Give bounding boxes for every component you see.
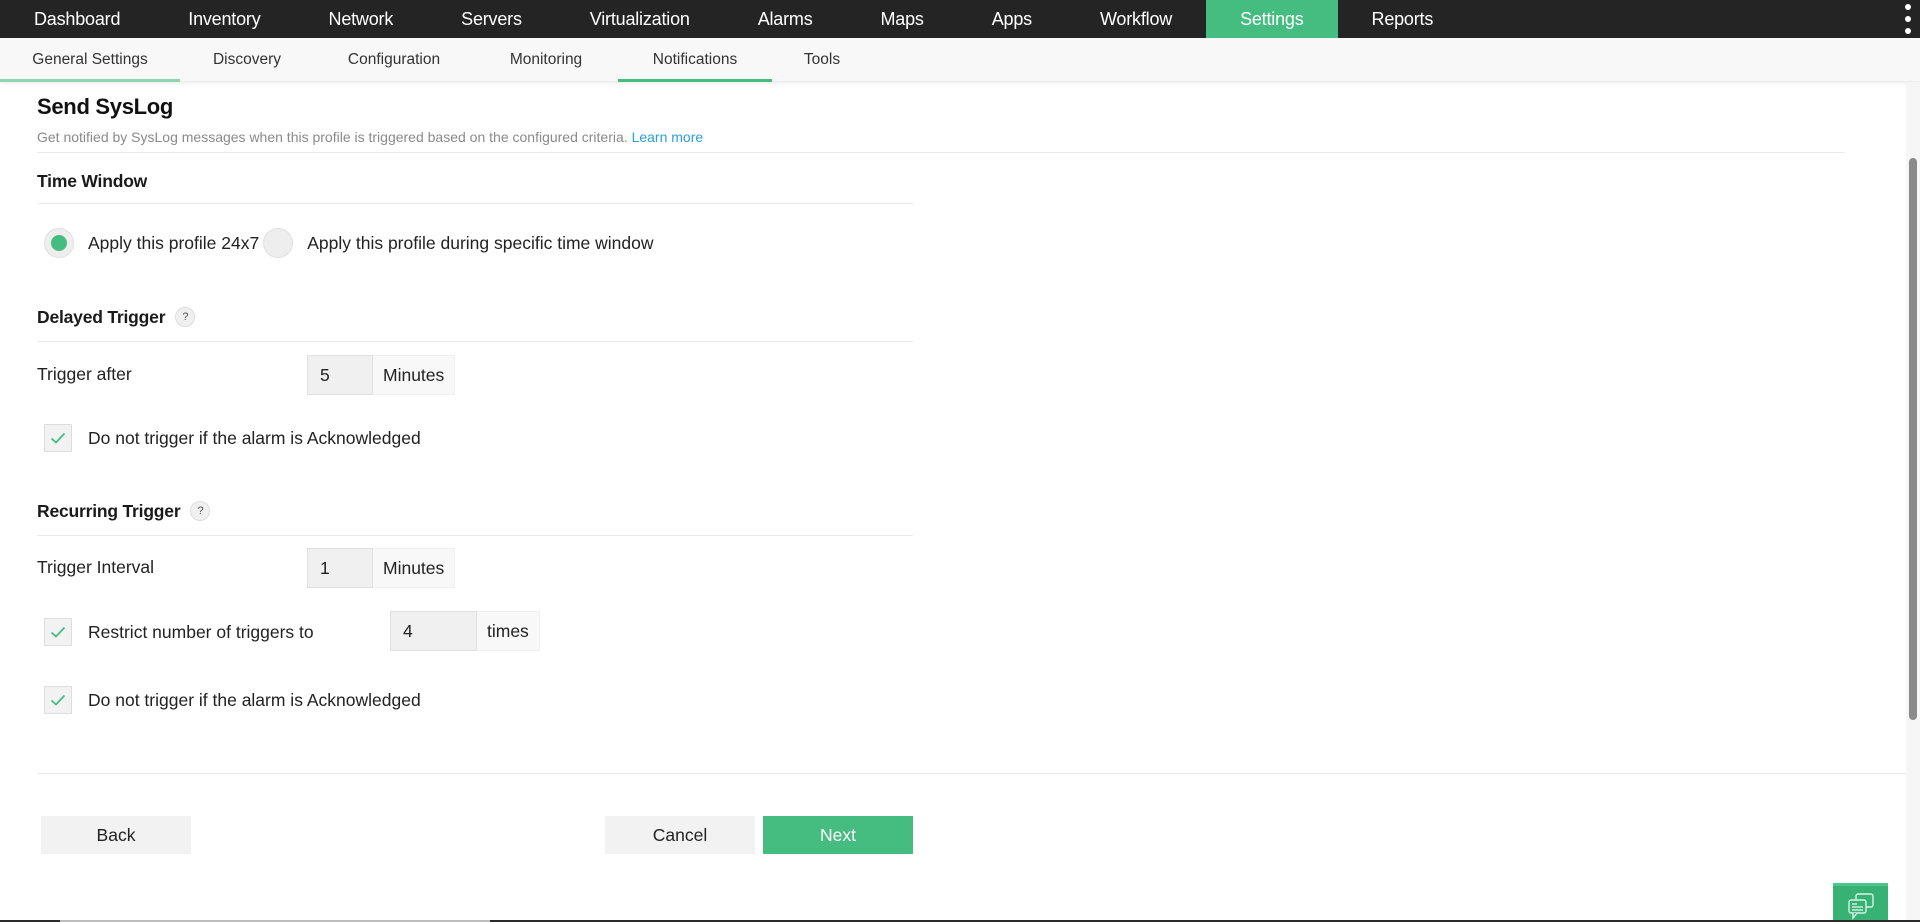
next-button[interactable]: Next [763,816,913,854]
checkmark-icon [50,432,66,444]
delayed-ack-row: Do not trigger if the alarm is Acknowled… [44,424,421,452]
trigger-after-input[interactable]: 5 [307,355,373,395]
trigger-interval-label: Trigger Interval [37,557,155,577]
nav-reports[interactable]: Reports [1338,0,1468,38]
restrict-unit: times [477,611,540,651]
cancel-button[interactable]: Cancel [605,816,755,854]
nav-workflow[interactable]: Workflow [1066,0,1206,38]
section-title-text: Delayed Trigger [37,306,166,327]
recurring-ack-checkbox[interactable] [44,686,72,714]
back-button[interactable]: Back [41,816,191,854]
trigger-interval-input[interactable]: 1 [307,548,373,588]
tab-hover-indicator [0,79,180,82]
tab-label: Monitoring [509,51,583,68]
tab-label: Notifications [652,51,738,68]
tab-label: General Settings [32,51,148,68]
tab-label: Discovery [212,51,282,68]
vertical-scrollbar[interactable] [1906,82,1920,922]
trigger-after-unit: Minutes [373,355,456,395]
checkmark-icon [50,694,66,706]
radio-24x7[interactable] [44,228,74,258]
nav-inventory[interactable]: Inventory [154,0,294,38]
restrict-input[interactable]: 4 [390,611,477,651]
tab-discovery[interactable]: Discovery [180,38,314,82]
tab-general-settings[interactable]: General Settings [0,38,180,82]
learn-more-link[interactable]: Learn more [632,129,704,145]
scrollbar-thumb[interactable] [1909,158,1917,720]
checkmark-icon [50,626,66,638]
chat-icon [1847,893,1874,920]
divider [37,203,913,204]
nav-servers[interactable]: Servers [427,0,556,38]
tab-active-indicator [618,79,772,82]
tab-tools[interactable]: Tools [772,38,872,82]
divider [37,773,1906,774]
page-description: Get notified by SysLog messages when thi… [37,129,703,145]
top-nav: Dashboard Inventory Network Servers Virt… [0,0,1920,38]
divider [37,341,913,342]
tab-configuration[interactable]: Configuration [314,38,474,82]
chat-button[interactable] [1833,883,1888,922]
radio-specific-window[interactable] [263,228,294,258]
nav-maps[interactable]: Maps [847,0,958,38]
recurring-trigger-title: Recurring Trigger ? [37,499,211,523]
radio-specific-window-label[interactable]: Apply this profile during specific time … [307,233,653,254]
nav-settings[interactable]: Settings [1206,0,1338,38]
delayed-ack-checkbox[interactable] [44,424,72,452]
nav-virtualization[interactable]: Virtualization [556,0,724,38]
radio-24x7-label[interactable]: Apply this profile 24x7 [88,233,259,254]
recurring-ack-label[interactable]: Do not trigger if the alarm is Acknowled… [88,690,421,711]
tab-label: Configuration [347,51,441,68]
tab-label: Tools [803,51,841,68]
time-window-title: Time Window [37,169,147,193]
divider [37,535,913,536]
description-text: Get notified by SysLog messages when thi… [37,129,628,145]
trigger-interval-field: 1 Minutes [307,548,456,588]
restrict-row: Restrict number of triggers to [44,618,314,646]
delayed-ack-label[interactable]: Do not trigger if the alarm is Acknowled… [88,428,421,449]
divider [37,152,1845,153]
section-title-text: Time Window [37,170,148,191]
trigger-after-label: Trigger after [37,364,132,384]
help-icon[interactable]: ? [190,501,211,521]
section-title-text: Recurring Trigger [37,500,181,521]
radio-selected-dot [51,235,67,251]
restrict-checkbox[interactable] [44,618,72,646]
restrict-label[interactable]: Restrict number of triggers to [88,622,314,643]
help-icon[interactable]: ? [175,307,196,327]
tab-monitoring[interactable]: Monitoring [474,38,618,82]
nav-dashboard[interactable]: Dashboard [0,0,154,38]
trigger-interval-unit: Minutes [373,548,456,588]
delayed-trigger-title: Delayed Trigger ? [37,305,196,329]
recurring-ack-row: Do not trigger if the alarm is Acknowled… [44,686,421,714]
nav-network[interactable]: Network [295,0,428,38]
restrict-field: 4 times [390,611,540,651]
sub-nav: General Settings Discovery Configuration… [0,38,1920,82]
time-window-options: Apply this profile 24x7 Apply this profi… [44,228,654,258]
page-title: Send SysLog [37,94,174,119]
nav-apps[interactable]: Apps [958,0,1066,38]
tab-notifications[interactable]: Notifications [618,38,772,82]
vertical-ellipsis-icon[interactable] [1902,4,1914,34]
trigger-after-field: 5 Minutes [307,355,456,395]
nav-alarms[interactable]: Alarms [724,0,847,38]
